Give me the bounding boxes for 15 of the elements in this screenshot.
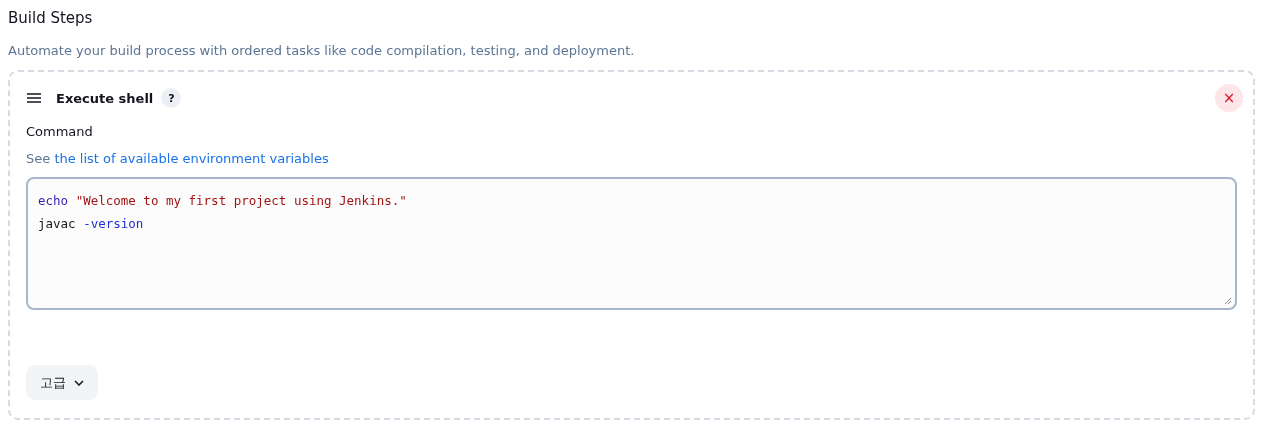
env-variables-link[interactable]: the list of available environment variables xyxy=(54,151,329,166)
code-line: echo "Welcome to my first project using Jenkins." xyxy=(38,192,408,210)
drag-handle-icon[interactable] xyxy=(26,92,42,104)
advanced-button[interactable]: 고급 xyxy=(26,365,98,400)
section-description: Automate your build process with ordered tasks like code compilation, testing, and deployment. xyxy=(8,42,636,60)
command-editor[interactable]: echo "Welcome to my first project using Jenkins." javac -version xyxy=(26,177,1237,310)
code-line: javac -version xyxy=(38,215,145,233)
help-button[interactable]: ? xyxy=(161,88,182,108)
step-title: Execute shell xyxy=(56,90,154,106)
chevron-down-icon xyxy=(74,379,84,386)
resize-grip-icon[interactable] xyxy=(1224,297,1232,305)
field-label: Command xyxy=(26,123,94,141)
hint-text: See xyxy=(26,151,51,166)
section-title: Build Steps xyxy=(8,8,94,29)
close-button[interactable]: × xyxy=(1215,84,1243,112)
